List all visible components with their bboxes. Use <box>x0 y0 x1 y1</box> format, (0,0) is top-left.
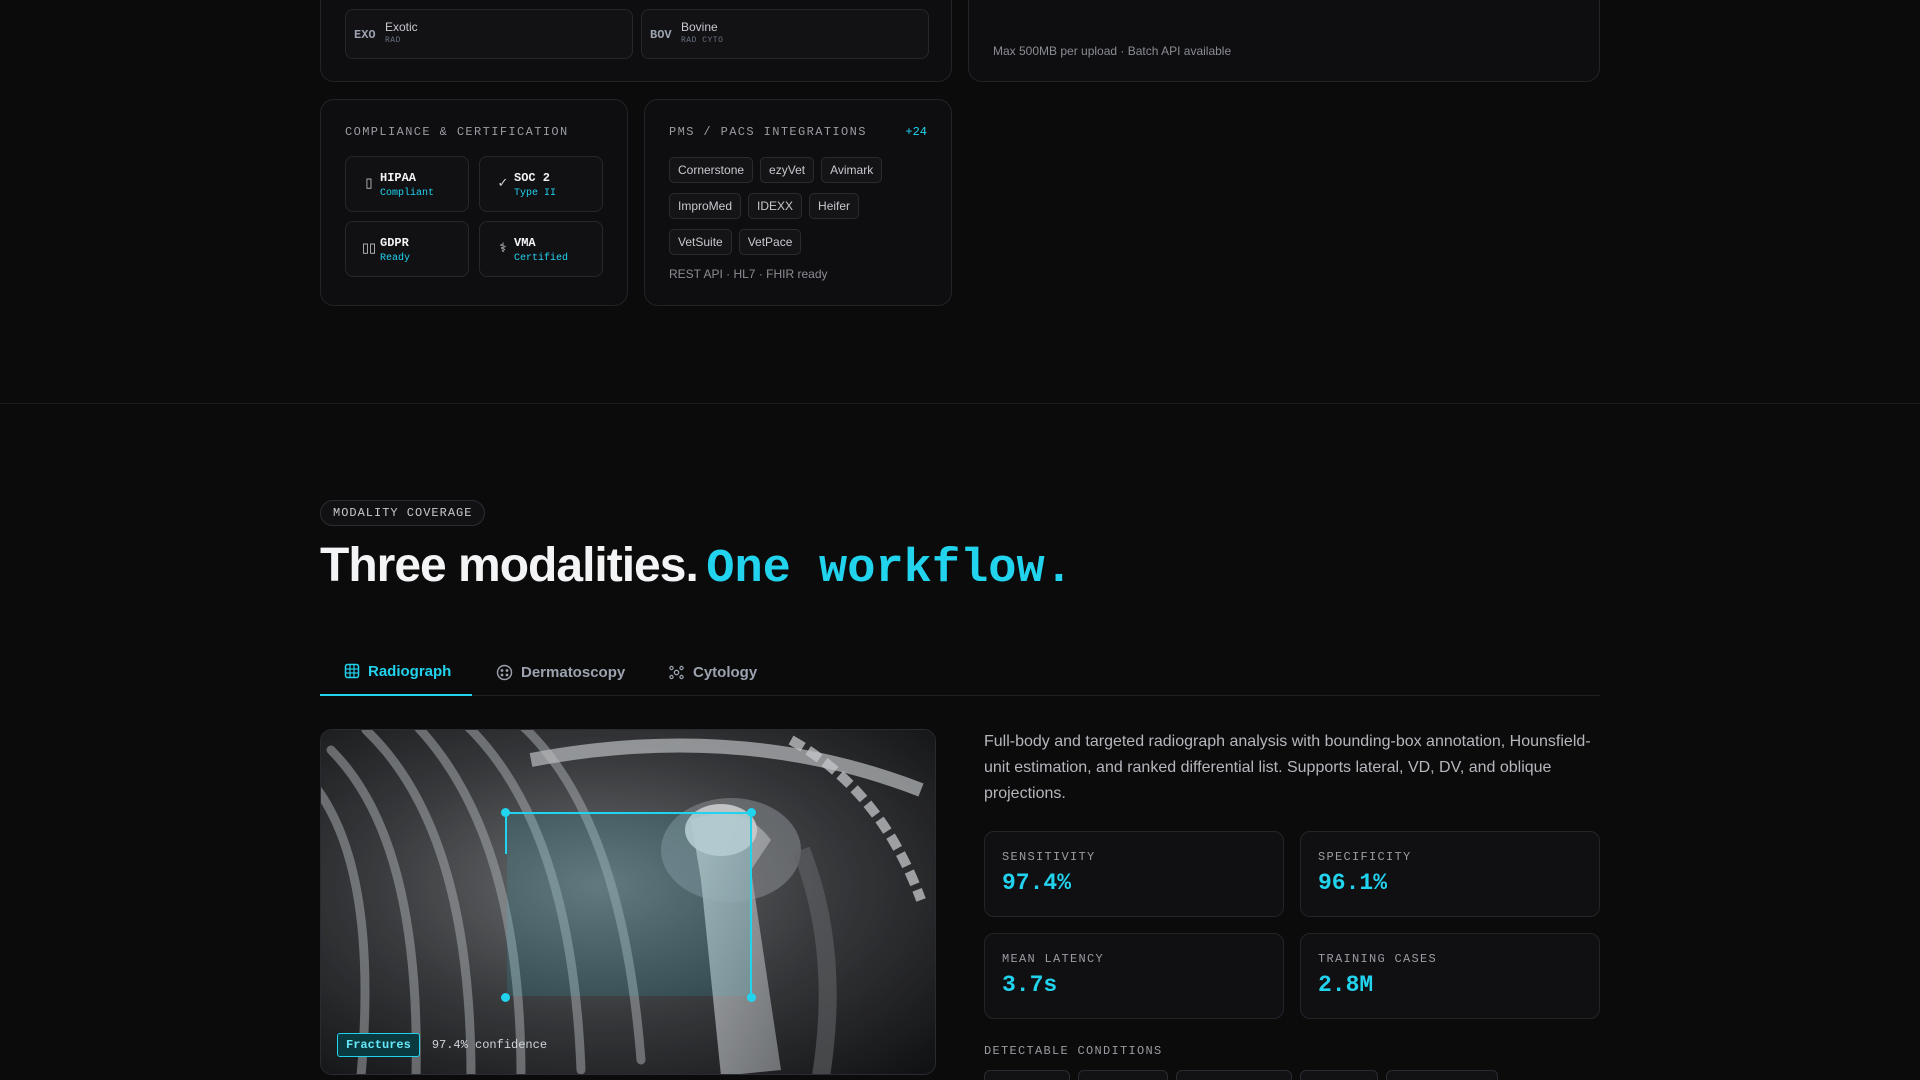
stat-value: 96.1% <box>1318 870 1388 896</box>
conditions-title: DETECTABLE CONDITIONS <box>984 1044 1163 1058</box>
stat-value: 2.8M <box>1318 972 1374 998</box>
caduceus-icon: ⚕ <box>499 240 507 255</box>
tab-label: Dermatoscopy <box>521 663 626 681</box>
badge-name: HIPAA <box>380 171 417 185</box>
species-card: EXO Exotic RAD BOV Bovine RAD CYTO <box>320 0 952 82</box>
badge-name: VMA <box>514 236 536 250</box>
badge-status: Ready <box>380 253 411 264</box>
stat-latency: MEAN LATENCY 3.7s <box>984 933 1284 1019</box>
species-name: Exotic <box>385 20 418 34</box>
section-divider <box>0 403 1920 404</box>
badge-name: GDPR <box>380 236 409 250</box>
section-eyebrow: MODALITY COVERAGE <box>320 500 486 526</box>
cells-icon <box>669 665 684 679</box>
integrations-tag-list: Cornerstone ezyVet Avimark ImproMed IDEXX He… <box>669 157 939 265</box>
species-chip-bovine[interactable]: BOV Bovine RAD CYTO <box>641 9 929 59</box>
species-code: EXO <box>354 28 376 42</box>
badge-status: Certified <box>514 253 569 264</box>
species-chip-exotic[interactable]: EXO Exotic RAD <box>345 9 633 59</box>
compliance-card: COMPLIANCE & CERTIFICATION ▯ HIPAA Compl… <box>320 99 628 306</box>
upload-card: Max 500MB per upload · Batch API availab… <box>968 0 1600 82</box>
heading-accent: One workflow. <box>706 543 1073 596</box>
badge-status: Compliant <box>380 188 435 199</box>
integration-tag: VetSuite <box>669 229 732 255</box>
tab-label: Radiograph <box>368 662 452 680</box>
tab-cytology[interactable]: Cytology <box>668 648 757 696</box>
compliance-title: COMPLIANCE & CERTIFICATION <box>345 125 569 139</box>
modality-tabs: Radiograph Dermatoscopy Cytology <box>320 648 1600 696</box>
shield-icon: ▯ <box>365 175 373 190</box>
condition-chip[interactable] <box>1176 1070 1292 1080</box>
radiograph-viewer[interactable]: Fractures 97.4% confidence <box>320 729 936 1075</box>
stat-training-cases: TRAINING CASES 2.8M <box>1300 933 1600 1019</box>
modality-description: Full-body and targeted radiograph analys… <box>984 733 1591 802</box>
integration-tag: ezyVet <box>760 157 815 183</box>
integrations-count: +24 <box>905 125 927 139</box>
stat-specificity: SPECIFICITY 96.1% <box>1300 831 1600 917</box>
species-modalities: RAD CYTO <box>681 36 724 45</box>
box-handle[interactable] <box>501 993 510 1002</box>
detection-confidence: 97.4% confidence <box>431 1038 548 1052</box>
tab-label: Cytology <box>693 663 758 681</box>
badge-name: SOC 2 <box>514 171 551 185</box>
badge-soc2: ✓ SOC 2 Type II <box>479 156 603 212</box>
lock-icon: ▯▯ <box>361 240 377 255</box>
box-handle[interactable] <box>747 993 756 1002</box>
species-code: BOV <box>650 28 672 42</box>
integrations-title: PMS / PACS INTEGRATIONS <box>669 125 867 139</box>
stat-label: TRAINING CASES <box>1318 952 1438 966</box>
integration-tag: ImproMed <box>669 193 742 219</box>
species-name: Bovine <box>681 20 718 34</box>
species-modalities: RAD <box>385 36 401 45</box>
integration-tag: Avimark <box>821 157 883 183</box>
condition-chip[interactable] <box>1078 1070 1168 1080</box>
check-icon: ✓ <box>497 175 509 190</box>
integration-tag: VetPace <box>738 229 802 255</box>
integration-tag: Cornerstone <box>669 157 754 183</box>
detection-box[interactable] <box>501 808 756 1002</box>
integration-tag: Heifer <box>809 193 860 219</box>
box-handle[interactable] <box>747 808 756 817</box>
derm-icon <box>496 664 513 680</box>
stat-label: MEAN LATENCY <box>1002 952 1105 966</box>
tab-radiograph[interactable]: Radiograph <box>320 648 472 696</box>
badge-vma: ⚕ VMA Certified <box>479 221 603 277</box>
integrations-card: PMS / PACS INTEGRATIONS +24 Cornerstone e… <box>644 99 952 306</box>
box-handle[interactable] <box>501 808 510 817</box>
stat-sensitivity: SENSITIVITY 97.4% <box>984 831 1284 917</box>
badge-hipaa: ▯ HIPAA Compliant <box>345 156 469 212</box>
badge-gdpr: ▯▯ GDPR Ready <box>345 221 469 277</box>
stat-value: 97.4% <box>1002 870 1072 896</box>
detection-label: Fractures 97.4% confidence <box>337 1033 547 1057</box>
heading-plain: Three modalities. <box>320 539 699 592</box>
condition-chip[interactable] <box>1300 1070 1378 1080</box>
stat-label: SPECIFICITY <box>1318 850 1412 864</box>
integrations-footnote: REST API · HL7 · FHIR ready <box>669 267 828 281</box>
condition-chip[interactable] <box>984 1070 1070 1080</box>
detection-badge: Fractures <box>337 1033 420 1057</box>
upload-note: Max 500MB per upload · Batch API availab… <box>993 44 1232 58</box>
integration-tag: IDEXX <box>748 193 803 219</box>
section-heading: Three modalities. One workflow. <box>320 538 1073 596</box>
badge-status: Type II <box>514 188 557 199</box>
grid-icon <box>344 663 360 679</box>
stat-value: 3.7s <box>1002 972 1058 998</box>
tab-dermatoscopy[interactable]: Dermatoscopy <box>496 648 625 696</box>
condition-chip[interactable] <box>1386 1070 1498 1080</box>
detection-box-left-edge <box>505 814 507 854</box>
stat-label: SENSITIVITY <box>1002 850 1096 864</box>
